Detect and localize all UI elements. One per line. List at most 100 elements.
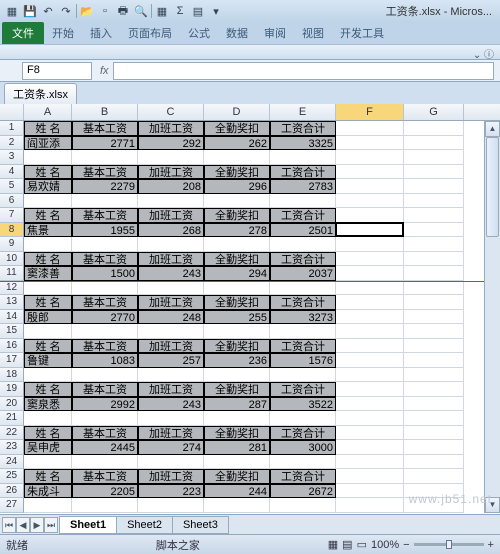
view-layout-icon[interactable]: ▤ xyxy=(342,538,352,551)
cell[interactable]: 鲁键 xyxy=(24,353,72,368)
cell[interactable]: 296 xyxy=(204,179,270,194)
cell[interactable] xyxy=(404,368,464,383)
cell[interactable] xyxy=(270,455,336,470)
cell[interactable]: 257 xyxy=(138,353,204,368)
cell[interactable]: 基本工资 xyxy=(72,339,138,354)
cell[interactable] xyxy=(138,324,204,339)
print-icon[interactable]: 🖶 xyxy=(115,3,131,19)
cell[interactable]: 姓 名 xyxy=(24,469,72,484)
cell[interactable]: 287 xyxy=(204,397,270,412)
cell[interactable]: 姓 名 xyxy=(24,295,72,310)
cell[interactable]: 2279 xyxy=(72,179,138,194)
cell[interactable] xyxy=(204,411,270,426)
col-header-B[interactable]: B xyxy=(72,104,138,120)
cell[interactable] xyxy=(336,223,404,238)
cell[interactable]: 全勤奖扣 xyxy=(204,382,270,397)
row-header[interactable]: 22 xyxy=(0,426,24,441)
cell[interactable] xyxy=(138,194,204,209)
cell[interactable] xyxy=(404,310,464,325)
cell[interactable]: 殷郎 xyxy=(24,310,72,325)
cell[interactable] xyxy=(138,498,204,513)
cell[interactable] xyxy=(404,382,464,397)
row-header[interactable]: 20 xyxy=(0,397,24,412)
cell[interactable] xyxy=(204,455,270,470)
row-header[interactable]: 7 xyxy=(0,208,24,223)
cell[interactable]: 加班工资 xyxy=(138,426,204,441)
scroll-thumb[interactable] xyxy=(486,137,499,237)
sheet-nav-first-icon[interactable]: ⏮ xyxy=(2,517,16,533)
redo-icon[interactable]: ↷ xyxy=(58,3,74,19)
cell[interactable] xyxy=(336,426,404,441)
cell[interactable] xyxy=(404,179,464,194)
cell[interactable]: 加班工资 xyxy=(138,382,204,397)
tab-view[interactable]: 视图 xyxy=(294,22,332,44)
cell[interactable]: 全勤奖扣 xyxy=(204,469,270,484)
col-header-G[interactable]: G xyxy=(404,104,464,120)
row-header[interactable]: 12 xyxy=(0,281,24,296)
cell[interactable]: 基本工资 xyxy=(72,295,138,310)
cell[interactable] xyxy=(270,194,336,209)
cell[interactable]: 基本工资 xyxy=(72,382,138,397)
row-header[interactable]: 3 xyxy=(0,150,24,165)
cell[interactable]: 工资合计 xyxy=(270,426,336,441)
cell[interactable]: 姓 名 xyxy=(24,382,72,397)
cell[interactable] xyxy=(404,266,464,281)
cell[interactable] xyxy=(204,324,270,339)
col-header-D[interactable]: D xyxy=(204,104,270,120)
row-header[interactable]: 16 xyxy=(0,339,24,354)
cell[interactable]: 工资合计 xyxy=(270,165,336,180)
cell[interactable]: 2205 xyxy=(72,484,138,499)
cell[interactable] xyxy=(336,252,404,267)
cell[interactable] xyxy=(404,440,464,455)
open-icon[interactable]: 📂 xyxy=(79,3,95,19)
cell[interactable] xyxy=(404,150,464,165)
cell[interactable]: 1955 xyxy=(72,223,138,238)
cell[interactable] xyxy=(336,310,404,325)
row-header[interactable]: 25 xyxy=(0,469,24,484)
cell[interactable] xyxy=(404,121,464,136)
cell[interactable]: 基本工资 xyxy=(72,469,138,484)
tab-home[interactable]: 开始 xyxy=(44,22,82,44)
cell[interactable]: 工资合计 xyxy=(270,295,336,310)
cell[interactable]: 姓 名 xyxy=(24,252,72,267)
cell[interactable]: 全勤奖扣 xyxy=(204,121,270,136)
chart-icon[interactable]: ▤ xyxy=(190,3,206,19)
cell[interactable] xyxy=(336,469,404,484)
cell[interactable] xyxy=(204,368,270,383)
cell[interactable]: 3325 xyxy=(270,136,336,151)
cell[interactable]: 255 xyxy=(204,310,270,325)
row-header[interactable]: 15 xyxy=(0,324,24,339)
cell[interactable] xyxy=(24,150,72,165)
cell[interactable] xyxy=(336,194,404,209)
cell[interactable]: 工资合计 xyxy=(270,469,336,484)
cell[interactable] xyxy=(336,339,404,354)
cell[interactable] xyxy=(404,411,464,426)
zoom-slider[interactable] xyxy=(414,543,484,546)
cell[interactable]: 3273 xyxy=(270,310,336,325)
cell[interactable] xyxy=(270,324,336,339)
cell[interactable] xyxy=(72,411,138,426)
tab-dev[interactable]: 开发工具 xyxy=(332,22,392,44)
table-icon[interactable]: ▦ xyxy=(154,3,170,19)
zoom-thumb[interactable] xyxy=(446,540,452,549)
view-normal-icon[interactable]: ▦ xyxy=(328,538,338,551)
cell[interactable]: 易欢婧 xyxy=(24,179,72,194)
cell[interactable]: 244 xyxy=(204,484,270,499)
cell[interactable]: 姓 名 xyxy=(24,426,72,441)
sheet-nav-prev-icon[interactable]: ◀ xyxy=(16,517,30,533)
cell[interactable]: 加班工资 xyxy=(138,252,204,267)
cell[interactable] xyxy=(336,455,404,470)
row-header[interactable]: 5 xyxy=(0,179,24,194)
cell[interactable] xyxy=(270,498,336,513)
cell[interactable] xyxy=(72,368,138,383)
cell[interactable]: 1500 xyxy=(72,266,138,281)
cell[interactable]: 全勤奖扣 xyxy=(204,339,270,354)
cell[interactable] xyxy=(336,324,404,339)
col-header-A[interactable]: A xyxy=(24,104,72,120)
cell[interactable]: 2501 xyxy=(270,223,336,238)
cell[interactable]: 248 xyxy=(138,310,204,325)
cell[interactable] xyxy=(336,266,404,281)
formula-bar[interactable] xyxy=(113,62,494,80)
cell[interactable] xyxy=(138,455,204,470)
row-header[interactable]: 21 xyxy=(0,411,24,426)
